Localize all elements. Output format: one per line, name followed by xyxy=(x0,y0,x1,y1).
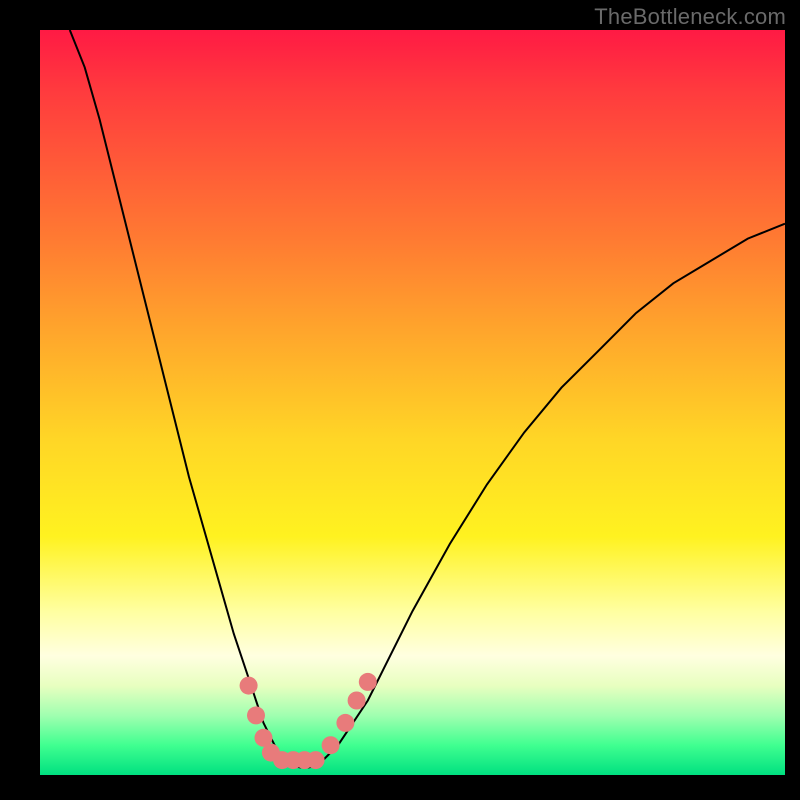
watermark-text: TheBottleneck.com xyxy=(594,4,786,30)
bottleneck-curve xyxy=(70,30,785,768)
curve-dot xyxy=(240,677,258,695)
plot-area xyxy=(40,30,785,775)
curve-dot xyxy=(359,673,377,691)
curve-dot xyxy=(247,706,265,724)
chart-frame: TheBottleneck.com xyxy=(0,0,800,800)
curve-dot xyxy=(348,692,366,710)
curve-dot xyxy=(307,751,325,769)
curve-dot xyxy=(322,736,340,754)
curve-svg xyxy=(40,30,785,775)
curve-dot xyxy=(336,714,354,732)
curve-markers xyxy=(240,673,377,769)
